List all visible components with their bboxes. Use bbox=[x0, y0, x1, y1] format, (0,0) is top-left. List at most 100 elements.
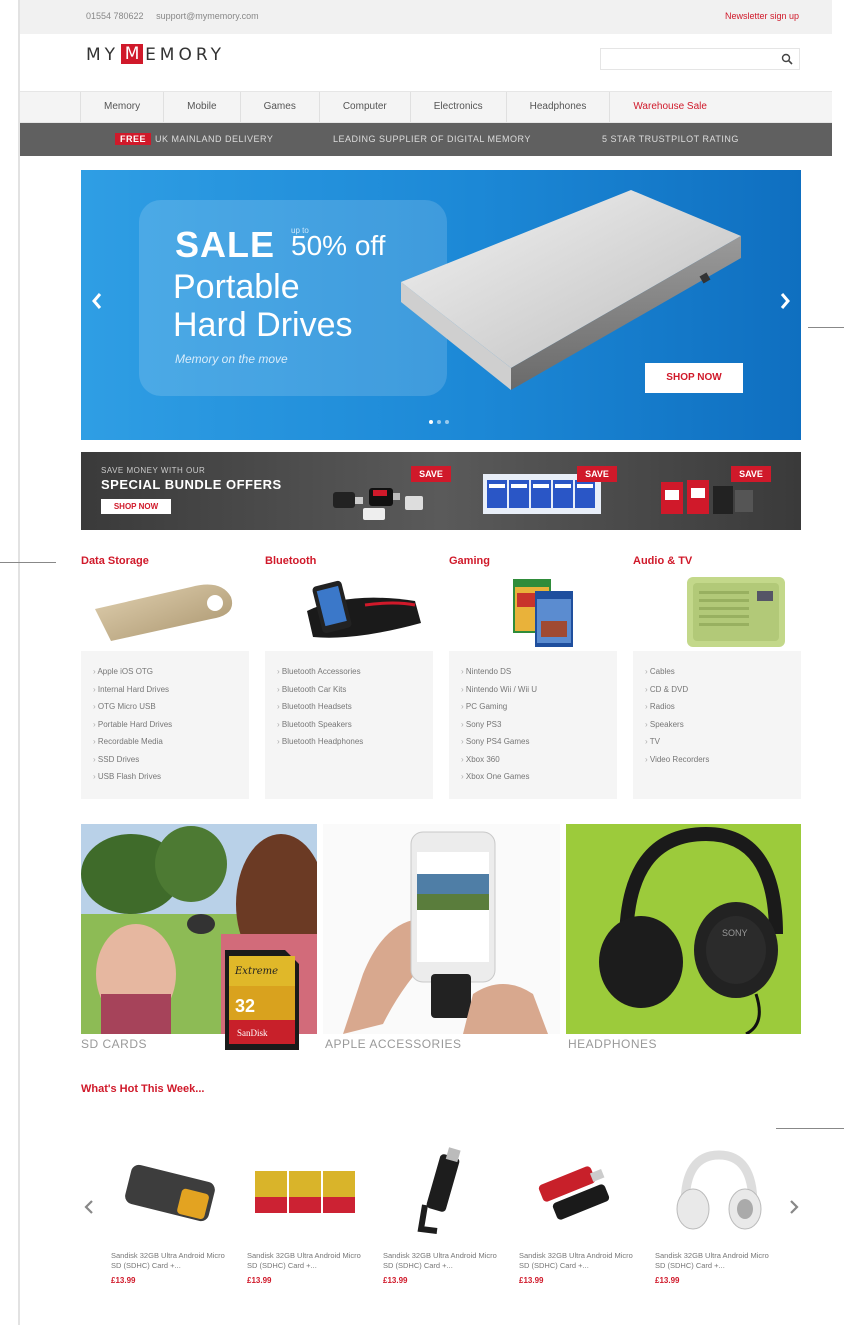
category-link[interactable]: SSD Drives bbox=[93, 751, 249, 769]
newsletter-link[interactable]: Newsletter sign up bbox=[725, 11, 799, 21]
whats-hot-title: What's Hot This Week... bbox=[81, 1083, 205, 1095]
product-name[interactable]: Sandisk 32GB Ultra Android Micro SD (SDH… bbox=[111, 1251, 229, 1271]
phone-number[interactable]: 01554 780622 bbox=[86, 11, 144, 21]
category-link[interactable]: Video Recorders bbox=[645, 751, 801, 769]
product-name[interactable]: Sandisk 32GB Ultra Android Micro SD (SDH… bbox=[519, 1251, 637, 1271]
category-link[interactable]: Bluetooth Headsets bbox=[277, 698, 433, 716]
hero-pagination bbox=[429, 420, 449, 424]
sd-card-pack-image bbox=[247, 1145, 367, 1245]
category-link[interactable]: Bluetooth Headphones bbox=[277, 733, 433, 751]
category-link[interactable]: PC Gaming bbox=[461, 698, 617, 716]
sd-card-brand: Extreme bbox=[234, 966, 278, 977]
nav-mobile[interactable]: Mobile bbox=[163, 92, 239, 122]
hero-line-2: Hard Drives bbox=[173, 306, 353, 344]
nav-memory[interactable]: Memory bbox=[80, 92, 163, 122]
usp-bar: FREE UK MAINLAND DELIVERY LEADING SUPPLIE… bbox=[20, 123, 832, 156]
nav-games[interactable]: Games bbox=[239, 92, 319, 122]
bundle-line-1: SAVE MONEY WITH OUR bbox=[101, 466, 206, 475]
category-title[interactable]: Data Storage bbox=[81, 555, 249, 567]
category-link[interactable]: TV bbox=[645, 733, 801, 751]
product-price: £13.99 bbox=[111, 1276, 136, 1285]
apple-accessories-photo bbox=[323, 824, 560, 1034]
apple-accessories-caption[interactable]: APPLE ACCESSORIES bbox=[325, 1037, 462, 1051]
category-link[interactable]: Internal Hard Drives bbox=[93, 681, 249, 699]
sd-card-maker: SanDisk bbox=[237, 1028, 268, 1038]
support-email[interactable]: support@mymemory.com bbox=[156, 11, 259, 21]
category-link[interactable]: Nintendo DS bbox=[461, 663, 617, 681]
product-card[interactable]: Sandisk 32GB Ultra Android Micro SD (SDH… bbox=[519, 1145, 639, 1285]
headphone-brand: SONY bbox=[722, 928, 748, 938]
search-box bbox=[600, 48, 800, 70]
category-link[interactable]: Speakers bbox=[645, 716, 801, 734]
category-link[interactable]: Apple iOS OTG bbox=[93, 663, 249, 681]
nav-headphones[interactable]: Headphones bbox=[505, 92, 610, 122]
product-card[interactable]: Sandisk 32GB Ultra Android Micro SD (SDH… bbox=[655, 1145, 775, 1285]
product-card[interactable]: Sandisk 32GB Ultra Android Micro SD (SDH… bbox=[111, 1145, 231, 1285]
nav-electronics[interactable]: Electronics bbox=[409, 92, 506, 122]
nav-computer[interactable]: Computer bbox=[318, 92, 410, 122]
category-link[interactable]: CD & DVD bbox=[645, 681, 801, 699]
hero-prev-arrow[interactable] bbox=[87, 288, 107, 314]
category-title[interactable]: Bluetooth bbox=[265, 555, 433, 567]
category-title[interactable]: Gaming bbox=[449, 555, 617, 567]
category-link[interactable]: Xbox One Games bbox=[461, 768, 617, 786]
category-link-list: Cables CD & DVD Radios Speakers TV Video… bbox=[633, 651, 801, 799]
bundle-save-badge-1: SAVE bbox=[411, 466, 451, 482]
usb-drive-image bbox=[81, 571, 249, 651]
product-name[interactable]: Sandisk 32GB Ultra Android Micro SD (SDH… bbox=[383, 1251, 501, 1271]
category-link[interactable]: Nintendo Wii / Wii U bbox=[461, 681, 617, 699]
headphones-tile[interactable]: SONY bbox=[566, 824, 801, 1034]
logo-text-my: MY bbox=[86, 45, 120, 65]
headphones-caption[interactable]: HEADPHONES bbox=[568, 1037, 657, 1051]
category-link-list: Bluetooth Accessories Bluetooth Car Kits… bbox=[265, 651, 433, 799]
logo-text-emory: EMORY bbox=[145, 45, 225, 65]
hero-dot-1[interactable] bbox=[429, 420, 433, 424]
product-name[interactable]: Sandisk 32GB Ultra Android Micro SD (SDH… bbox=[655, 1251, 773, 1271]
sd-cards-caption[interactable]: SD CARDS bbox=[81, 1037, 147, 1051]
category-link[interactable]: Bluetooth Accessories bbox=[277, 663, 433, 681]
top-bar: 01554 780622 support@mymemory.com Newsle… bbox=[20, 0, 832, 34]
product-card[interactable]: Sandisk 32GB Ultra Android Micro SD (SDH… bbox=[383, 1145, 503, 1285]
usp-delivery-text: UK MAINLAND DELIVERY bbox=[155, 134, 274, 144]
apple-accessories-tile[interactable] bbox=[323, 824, 560, 1034]
hero-shop-now-button[interactable]: SHOP NOW bbox=[645, 363, 743, 393]
category-data-storage: Data Storage Apple iOS OTG Internal Hard… bbox=[81, 555, 249, 799]
category-link[interactable]: USB Flash Drives bbox=[93, 768, 249, 786]
portable-drive-image bbox=[111, 1145, 231, 1245]
usp-supplier: LEADING SUPPLIER OF DIGITAL MEMORY bbox=[333, 134, 531, 144]
usp-delivery: FREE UK MAINLAND DELIVERY bbox=[115, 133, 274, 145]
free-badge: FREE bbox=[115, 133, 152, 145]
usb-drives-image bbox=[333, 488, 423, 520]
hero-dot-2[interactable] bbox=[437, 420, 441, 424]
category-link[interactable]: OTG Micro USB bbox=[93, 698, 249, 716]
category-link[interactable]: Radios bbox=[645, 698, 801, 716]
category-link[interactable]: Sony PS3 bbox=[461, 716, 617, 734]
category-link[interactable]: Cables bbox=[645, 663, 801, 681]
category-link-list: Apple iOS OTG Internal Hard Drives OTG M… bbox=[81, 651, 249, 799]
hero-dot-3[interactable] bbox=[445, 420, 449, 424]
product-card[interactable]: Sandisk 32GB Ultra Android Micro SD (SDH… bbox=[247, 1145, 367, 1285]
annotation-line bbox=[0, 562, 56, 563]
category-link[interactable]: Portable Hard Drives bbox=[93, 716, 249, 734]
products-next-arrow[interactable] bbox=[787, 1198, 801, 1216]
bluetooth-speaker-image bbox=[265, 571, 433, 651]
category-link[interactable]: Bluetooth Speakers bbox=[277, 716, 433, 734]
category-link[interactable]: Sony PS4 Games bbox=[461, 733, 617, 751]
search-input[interactable] bbox=[601, 49, 771, 70]
product-price: £13.99 bbox=[383, 1276, 408, 1285]
product-price: £13.99 bbox=[247, 1276, 272, 1285]
site-logo[interactable]: MY M EMORY bbox=[86, 44, 225, 65]
hero-next-arrow[interactable] bbox=[775, 288, 795, 314]
category-link[interactable]: Recordable Media bbox=[93, 733, 249, 751]
nav-warehouse-sale[interactable]: Warehouse Sale bbox=[609, 92, 730, 122]
category-link[interactable]: Bluetooth Car Kits bbox=[277, 681, 433, 699]
category-link[interactable]: Xbox 360 bbox=[461, 751, 617, 769]
hero-tagline: Memory on the move bbox=[175, 352, 288, 366]
bundle-shop-now-button[interactable]: SHOP NOW bbox=[101, 499, 171, 514]
search-icon[interactable] bbox=[781, 53, 793, 65]
category-title[interactable]: Audio & TV bbox=[633, 555, 801, 567]
bundle-banner[interactable]: SAVE MONEY WITH OUR SPECIAL BUNDLE OFFER… bbox=[81, 452, 801, 530]
products-prev-arrow[interactable] bbox=[82, 1198, 96, 1216]
product-name[interactable]: Sandisk 32GB Ultra Android Micro SD (SDH… bbox=[247, 1251, 365, 1271]
hero-slider[interactable]: SALE up to 50% off Portable Hard Drives … bbox=[81, 170, 801, 440]
